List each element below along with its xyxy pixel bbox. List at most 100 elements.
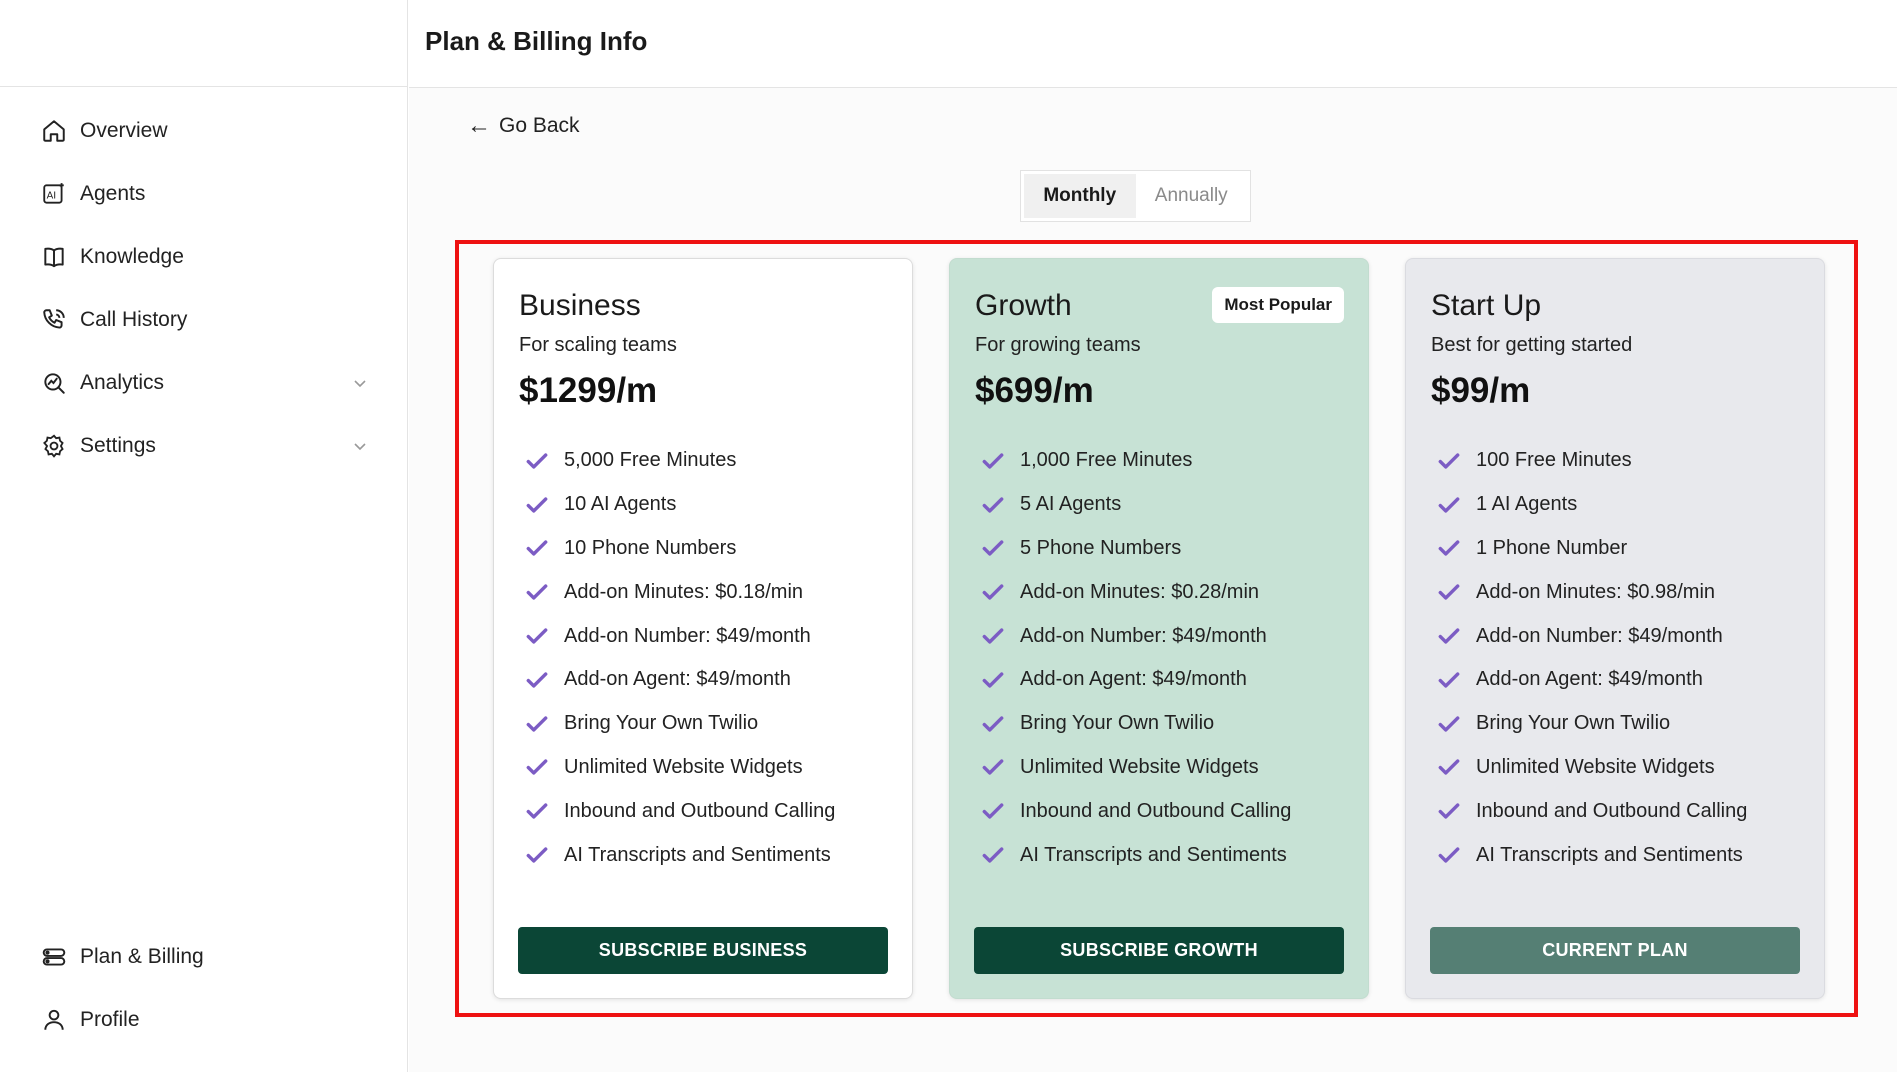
feature-label: Bring Your Own Twilio xyxy=(1020,712,1215,735)
home-icon xyxy=(40,117,68,145)
check-icon xyxy=(982,759,1004,776)
check-icon xyxy=(526,715,548,732)
plan-tagline: Best for getting started xyxy=(1431,334,1633,356)
check-icon xyxy=(982,628,1004,644)
subscribe-growth-button[interactable]: SUBSCRIBE GROWTH xyxy=(974,927,1344,974)
book-icon xyxy=(40,243,68,271)
gear-icon xyxy=(40,432,68,460)
toggle-annually[interactable]: Annually xyxy=(1136,174,1248,218)
sidebar-item-knowledge[interactable]: Knowledge xyxy=(40,237,370,277)
check-icon xyxy=(982,453,1004,469)
plan-card-business: Business For scaling teams $1299/m 5,000… xyxy=(493,258,913,999)
plan-tagline: For scaling teams xyxy=(519,334,677,356)
feature-item: Add-on Agent: $49/month xyxy=(524,658,835,702)
feature-label: 100 Free Minutes xyxy=(1476,449,1632,472)
feature-list: 100 Free Minutes 1 AI Agents 1 Phone Numbe… xyxy=(1436,439,1747,877)
check-icon xyxy=(1438,584,1460,600)
sidebar-brand-area xyxy=(0,0,407,87)
feature-label: Add-on Minutes: $0.28/min xyxy=(1020,580,1260,603)
most-popular-badge: Most Popular xyxy=(1212,287,1344,323)
feature-item: Add-on Number: $49/month xyxy=(980,614,1291,658)
feature-item: 5 AI Agents xyxy=(980,483,1291,527)
check-icon xyxy=(1438,759,1460,776)
current-plan-button[interactable]: CURRENT PLAN xyxy=(1430,927,1800,974)
feature-item: Add-on Minutes: $0.28/min xyxy=(980,570,1291,614)
feature-label: Unlimited Website Widgets xyxy=(1476,755,1715,778)
feature-item: Unlimited Website Widgets xyxy=(980,746,1291,790)
check-icon xyxy=(1438,672,1460,688)
subscribe-business-button[interactable]: SUBSCRIBE BUSINESS xyxy=(518,927,888,974)
feature-label: 10 AI Agents xyxy=(564,493,677,516)
feature-item: 10 AI Agents xyxy=(524,483,835,527)
sidebar-item-profile[interactable]: Profile xyxy=(40,1000,370,1040)
go-back-link[interactable]: ← Go Back xyxy=(467,114,580,138)
phone-call-icon xyxy=(40,306,68,334)
chevron-down-icon[interactable] xyxy=(350,373,370,393)
sidebar-item-analytics[interactable]: Analytics xyxy=(40,363,370,403)
feature-list: 1,000 Free Minutes 5 AI Agents 5 Phone Num… xyxy=(980,439,1291,877)
check-icon xyxy=(1438,715,1460,732)
plan-name: Business xyxy=(519,289,641,322)
feature-item: AI Transcripts and Sentiments xyxy=(980,833,1291,877)
feature-list: 5,000 Free Minutes 10 AI Agents 10 Phone N… xyxy=(524,439,835,877)
feature-label: Add-on Minutes: $0.18/min xyxy=(564,580,804,603)
feature-item: Inbound and Outbound Calling xyxy=(524,789,835,833)
feature-label: Bring Your Own Twilio xyxy=(564,712,759,735)
ai-agent-icon: AI xyxy=(40,180,68,208)
check-icon xyxy=(982,584,1004,600)
sidebar-item-label: Call History xyxy=(80,308,188,331)
check-icon xyxy=(1438,453,1460,469)
check-icon xyxy=(526,803,548,819)
feature-item: Add-on Agent: $49/month xyxy=(980,658,1291,702)
plan-price: $699/m xyxy=(975,371,1094,410)
check-icon xyxy=(526,584,548,600)
plan-tagline: For growing teams xyxy=(975,334,1141,356)
sidebar-item-agents[interactable]: AI Agents xyxy=(40,174,370,214)
check-icon xyxy=(526,540,548,557)
sidebar-item-settings[interactable]: Settings xyxy=(40,426,370,466)
chevron-down-icon[interactable] xyxy=(350,436,370,456)
plan-price: $1299/m xyxy=(519,371,658,410)
feature-label: Add-on Minutes: $0.98/min xyxy=(1476,580,1716,603)
sidebar-item-plan-billing[interactable]: Plan & Billing xyxy=(40,937,370,977)
feature-item: Bring Your Own Twilio xyxy=(980,702,1291,746)
feature-label: Add-on Number: $49/month xyxy=(1020,624,1267,647)
sidebar-item-call-history[interactable]: Call History xyxy=(40,300,370,340)
feature-label: Bring Your Own Twilio xyxy=(1476,712,1671,735)
check-icon xyxy=(1438,803,1460,819)
svg-text:AI: AI xyxy=(47,190,57,201)
feature-label: 10 Phone Numbers xyxy=(564,536,737,559)
check-icon xyxy=(526,759,548,776)
feature-item: AI Transcripts and Sentiments xyxy=(524,833,835,877)
feature-label: 1 AI Agents xyxy=(1476,493,1578,516)
billing-icon xyxy=(40,943,68,971)
check-icon xyxy=(526,453,548,469)
app-root: Overview AI Agents Knowledge Call Histor… xyxy=(0,0,1897,1072)
sidebar: Overview AI Agents Knowledge Call Histor… xyxy=(0,0,408,1072)
sidebar-item-overview[interactable]: Overview xyxy=(40,111,370,151)
main-content: ← Go Back Monthly Annually Business For … xyxy=(409,88,1897,1072)
feature-label: Add-on Agent: $49/month xyxy=(1020,668,1247,691)
feature-item: Add-on Number: $49/month xyxy=(1436,614,1747,658)
feature-item: Unlimited Website Widgets xyxy=(524,746,835,790)
feature-item: Bring Your Own Twilio xyxy=(524,702,835,746)
feature-item: Add-on Number: $49/month xyxy=(524,614,835,658)
feature-item: Add-on Minutes: $0.18/min xyxy=(524,570,835,614)
page-title: Plan & Billing Info xyxy=(425,26,648,56)
check-icon xyxy=(526,496,548,513)
check-icon xyxy=(526,847,548,863)
check-icon xyxy=(1438,540,1460,557)
feature-label: Add-on Agent: $49/month xyxy=(564,668,791,691)
check-icon xyxy=(982,672,1004,688)
toggle-monthly[interactable]: Monthly xyxy=(1024,174,1136,218)
check-icon xyxy=(1438,628,1460,644)
check-icon xyxy=(1438,496,1460,513)
feature-item: Unlimited Website Widgets xyxy=(1436,746,1747,790)
feature-label: 5 Phone Numbers xyxy=(1020,536,1182,559)
feature-label: Inbound and Outbound Calling xyxy=(564,799,836,822)
feature-item: Add-on Agent: $49/month xyxy=(1436,658,1747,702)
sidebar-item-label: Plan & Billing xyxy=(80,945,204,968)
feature-label: AI Transcripts and Sentiments xyxy=(1020,843,1287,866)
check-icon xyxy=(982,847,1004,863)
feature-label: Add-on Number: $49/month xyxy=(564,624,811,647)
